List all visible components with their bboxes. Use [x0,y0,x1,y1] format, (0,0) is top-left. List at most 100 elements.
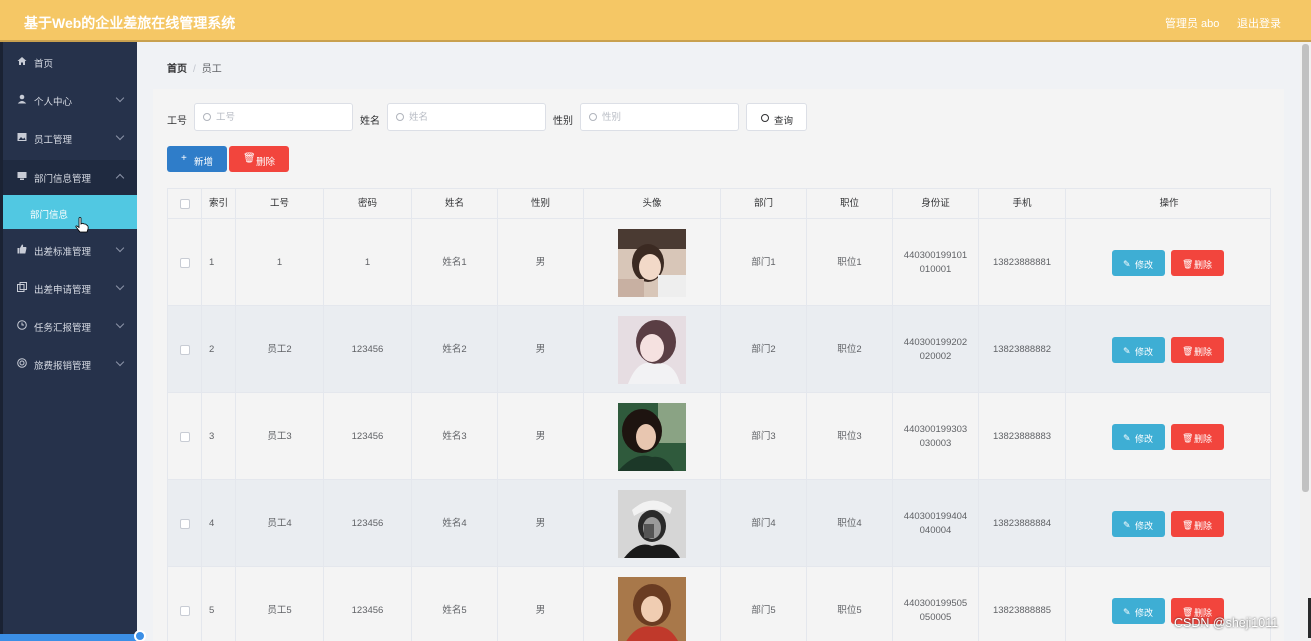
sidebar-item-task-report[interactable]: 任务汇报管理 [3,310,137,340]
add-button[interactable]: + 新增 [167,146,227,172]
cell-index: 2 [202,306,236,393]
cell-avatar [584,219,721,306]
submenu-item-dept-info[interactable]: 部门信息 [3,195,137,229]
edit-button-label: 修改 [1135,434,1154,444]
row-checkbox[interactable] [179,605,190,616]
search-icon [203,113,211,121]
cell-password: 1 [324,219,412,306]
cell-name: 姓名1 [412,219,498,306]
row-checkbox-cell [168,306,202,393]
select-all-checkbox[interactable] [179,199,190,209]
row-checkbox[interactable] [179,344,190,355]
column-header: 部门 [721,189,807,219]
delete-button[interactable]: 🗑 删除 [1171,250,1224,276]
cell-phone: 13823888884 [979,480,1066,567]
cell-id-card: 440300199101 010001 [893,219,979,306]
edit-button[interactable]: ✎ 修改 [1112,511,1165,537]
sidebar-item-dept-mgmt[interactable]: 部门信息管理 [3,161,137,191]
cell-gender: 男 [498,393,584,480]
cell-phone: 13823888885 [979,567,1066,641]
table-row: 5 员工5 123456 姓名5 男 部门5 职位5 440300199505 0… [168,567,1270,641]
row-checkbox[interactable] [179,431,190,442]
delete-button[interactable]: 🗑 删除 [1171,511,1224,537]
table-row: 3 员工3 123456 姓名3 男 部门3 职位3 440300199303 0… [168,393,1270,480]
copy-icon [17,282,27,292]
sidebar-item-label: 出差申请管理 [34,285,92,296]
gender-label: 性别 [553,116,573,127]
cell-gender: 男 [498,567,584,641]
sidebar-item-expense[interactable]: 旅费报销管理 [3,348,137,378]
page-scrollbar[interactable] [1300,42,1311,641]
cell-id-card: 440300199505 050005 [893,567,979,641]
search-button[interactable]: 查询 [746,103,807,131]
name-input[interactable] [409,109,539,125]
cell-position: 职位2 [807,306,893,393]
sidebar-item-travel-apply[interactable]: 出差申请管理 [3,272,137,302]
gender-input[interactable] [602,109,732,125]
sidebar-item-employee-mgmt[interactable]: 员工管理 [3,122,137,152]
cell-phone: 13823888883 [979,393,1066,480]
breadcrumb-home[interactable]: 首页 [167,64,187,75]
cell-name: 姓名2 [412,306,498,393]
row-checkbox[interactable] [179,257,190,268]
cell-actions: ✎ 修改 🗑 删除 [1066,393,1270,480]
chevron-down-icon [115,93,125,103]
row-checkbox-cell [168,393,202,480]
sidebar-item-label: 出差标准管理 [34,247,92,258]
trash-icon: 🗑 [1182,433,1194,443]
id-card-part2: 050005 [919,611,952,623]
column-header: 头像 [584,189,721,219]
cell-gender: 男 [498,306,584,393]
job-no-field[interactable] [194,103,353,131]
home-icon [17,57,27,65]
bottom-handle [134,630,146,641]
avatar [618,489,686,558]
logout-link[interactable]: 退出登录 [1237,15,1281,31]
id-card-part2: 020002 [919,350,952,362]
delete-button[interactable]: 🗑 删除 [1171,337,1224,363]
job-no-label: 工号 [167,116,187,127]
column-header: 索引 [202,189,236,219]
table-header: 索引 工号 密码 姓名 性别 头像 部门 职位 身份证 手机 操作 [168,189,1270,219]
sidebar-item-label: 任务汇报管理 [34,323,92,334]
edit-button-label: 修改 [1135,521,1154,531]
chevron-down-icon [115,319,125,329]
name-field[interactable] [387,103,546,131]
main-content: 首页 / 员工 工号 姓名 性别 查询 + 新增 🗑 删除 [137,42,1300,641]
top-bar: 基于Web的企业差旅在线管理系统 管理员 abo 退出登录 [0,0,1311,42]
cell-dept: 部门1 [721,219,807,306]
edit-button[interactable]: ✎ 修改 [1112,250,1165,276]
bottom-progress-bar [0,634,140,641]
column-header: 手机 [979,189,1066,219]
sidebar-item-label: 部门信息管理 [34,174,92,185]
id-card-part2: 030003 [919,437,952,449]
table-row: 1 1 1 姓名1 男 部门1 职位1 440300199101 010001 1… [168,219,1270,306]
breadcrumb: 首页 / 员工 [167,60,222,75]
batch-delete-button[interactable]: 🗑 删除 [229,146,289,172]
chevron-down-icon [115,281,125,291]
row-checkbox-cell [168,567,202,641]
sidebar-item-home[interactable]: 首页 [3,46,137,76]
cell-index: 3 [202,393,236,480]
cell-dept: 部门4 [721,480,807,567]
breadcrumb-separator: / [193,64,196,75]
cell-gender: 男 [498,480,584,567]
edit-button[interactable]: ✎ 修改 [1112,598,1165,624]
id-card-part1: 440300199303 [903,423,968,435]
job-no-input[interactable] [216,109,346,125]
cell-avatar [584,480,721,567]
add-button-label: 新增 [194,157,214,168]
chevron-down-icon [115,243,125,253]
sidebar-item-travel-standard[interactable]: 出差标准管理 [3,234,137,264]
scrollbar-thumb[interactable] [1302,44,1309,492]
edit-icon: ✎ [1123,607,1131,617]
edit-button[interactable]: ✎ 修改 [1112,424,1165,450]
sidebar-item-personal-center[interactable]: 个人中心 [3,84,137,114]
delete-button-label: 删除 [256,157,276,168]
delete-button[interactable]: 🗑 删除 [1171,424,1224,450]
edit-button[interactable]: ✎ 修改 [1112,337,1165,363]
thumb-icon [17,244,27,254]
row-checkbox[interactable] [179,518,190,529]
gender-field[interactable] [580,103,739,131]
chevron-down-icon [115,357,125,367]
